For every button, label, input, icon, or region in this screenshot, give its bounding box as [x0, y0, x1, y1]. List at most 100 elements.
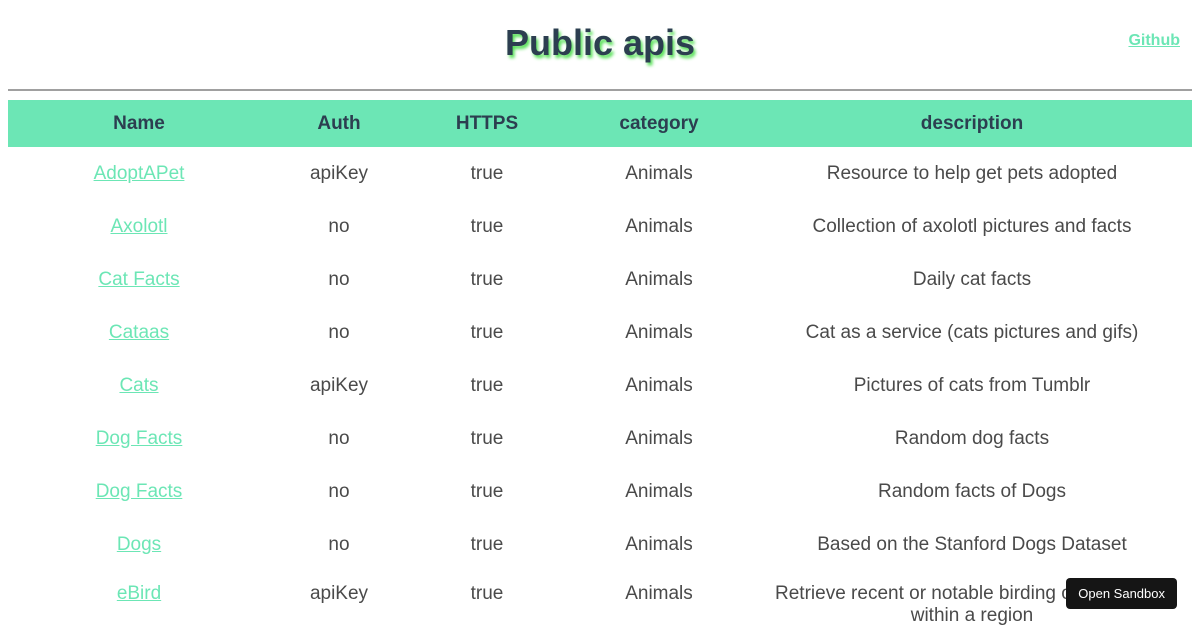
- table-row: Cat Facts no true Animals Daily cat facts: [8, 253, 1192, 306]
- api-name-link[interactable]: Axolotl: [110, 216, 167, 237]
- category-cell: Animals: [566, 253, 752, 306]
- description-cell: Collection of axolotl pictures and facts: [752, 200, 1192, 253]
- description-cell: Resource to help get pets adopted: [752, 147, 1192, 200]
- description-value: Cat as a service (cats pictures and gifs…: [805, 321, 1139, 343]
- description-value: Resource to help get pets adopted: [826, 162, 1118, 184]
- https-value: true: [470, 215, 504, 237]
- column-header-category: category: [619, 112, 699, 134]
- category-value: Animals: [625, 268, 693, 290]
- https-value: true: [470, 480, 504, 502]
- auth-cell: no: [270, 465, 408, 518]
- auth-value: no: [328, 215, 350, 237]
- auth-value: no: [328, 321, 350, 343]
- description-cell: Based on the Stanford Dogs Dataset: [752, 518, 1192, 571]
- github-link[interactable]: Github: [1128, 32, 1180, 50]
- category-value: Animals: [625, 583, 693, 604]
- description-value: Daily cat facts: [912, 268, 1032, 290]
- https-value: true: [470, 321, 504, 343]
- column-header-auth: Auth: [317, 112, 361, 134]
- category-cell: Animals: [566, 147, 752, 200]
- https-cell: true: [408, 359, 566, 412]
- api-name-link[interactable]: Cat Facts: [98, 269, 179, 290]
- description-cell: Random dog facts: [752, 412, 1192, 465]
- api-name-link[interactable]: eBird: [117, 583, 161, 604]
- https-cell: true: [408, 200, 566, 253]
- category-value: Animals: [625, 480, 693, 502]
- auth-cell: no: [270, 253, 408, 306]
- auth-value: apiKey: [309, 162, 369, 184]
- auth-cell: no: [270, 200, 408, 253]
- table-row: Dog Facts no true Animals Random facts of Do…: [8, 465, 1192, 518]
- description-cell: Pictures of cats from Tumblr: [752, 359, 1192, 412]
- name-cell: Cataas: [8, 306, 270, 359]
- category-value: Animals: [625, 215, 693, 237]
- auth-value: apiKey: [309, 374, 369, 396]
- name-cell: Dogs: [8, 518, 270, 571]
- api-name-link[interactable]: Dog Facts: [96, 481, 183, 502]
- category-cell: Animals: [566, 359, 752, 412]
- name-cell: Cats: [8, 359, 270, 412]
- category-cell: Animals: [566, 571, 752, 636]
- name-cell: Cat Facts: [8, 253, 270, 306]
- open-sandbox-button[interactable]: Open Sandbox: [1066, 578, 1177, 609]
- auth-value: no: [328, 480, 350, 502]
- description-value: Collection of axolotl pictures and facts: [812, 215, 1132, 237]
- table-row: Cataas no true Animals Cat as a service (cat…: [8, 306, 1192, 359]
- column-header-description: description: [920, 112, 1024, 134]
- https-cell: true: [408, 306, 566, 359]
- api-name-link[interactable]: Dog Facts: [96, 428, 183, 449]
- description-value: Random facts of Dogs: [878, 480, 1066, 502]
- https-value: true: [470, 162, 504, 184]
- https-value: true: [470, 533, 504, 555]
- api-name-link[interactable]: Cats: [119, 375, 158, 396]
- category-value: Animals: [625, 162, 693, 184]
- description-value: Random dog facts: [894, 427, 1050, 449]
- name-cell: Axolotl: [8, 200, 270, 253]
- category-cell: Animals: [566, 412, 752, 465]
- table-row: eBird apiKey true Animals Retrieve recent or…: [8, 571, 1192, 636]
- category-value: Animals: [625, 321, 693, 343]
- https-value: true: [470, 268, 504, 290]
- auth-cell: no: [270, 518, 408, 571]
- category-value: Animals: [625, 374, 693, 396]
- auth-cell: apiKey: [270, 571, 408, 636]
- category-cell: Animals: [566, 306, 752, 359]
- https-cell: true: [408, 518, 566, 571]
- api-name-link[interactable]: Dogs: [117, 534, 161, 555]
- description-value: Based on the Stanford Dogs Dataset: [817, 533, 1127, 555]
- auth-value: apiKey: [309, 583, 369, 604]
- auth-value: no: [328, 268, 350, 290]
- description-cell: Random facts of Dogs: [752, 465, 1192, 518]
- table-header-row: Name Auth HTTPS category description: [8, 100, 1192, 147]
- column-header-https: HTTPS: [455, 112, 519, 134]
- name-cell: eBird: [8, 571, 270, 636]
- https-value: true: [470, 583, 504, 604]
- https-value: true: [470, 374, 504, 396]
- table-row: AdoptAPet apiKey true Animals Resource to he…: [8, 147, 1192, 200]
- https-cell: true: [408, 465, 566, 518]
- https-value: true: [470, 427, 504, 449]
- divider: [8, 89, 1192, 91]
- page-title: Public apis: [504, 22, 696, 63]
- auth-cell: no: [270, 412, 408, 465]
- category-cell: Animals: [566, 200, 752, 253]
- api-name-link[interactable]: Cataas: [109, 322, 169, 343]
- auth-cell: apiKey: [270, 147, 408, 200]
- https-cell: true: [408, 147, 566, 200]
- name-cell: Dog Facts: [8, 412, 270, 465]
- table-row: Axolotl no true Animals Collection of axolot…: [8, 200, 1192, 253]
- table-row: Dogs no true Animals Based on the Stanford D…: [8, 518, 1192, 571]
- category-value: Animals: [625, 427, 693, 449]
- api-name-link[interactable]: AdoptAPet: [94, 163, 185, 184]
- https-cell: true: [408, 571, 566, 636]
- name-cell: Dog Facts: [8, 465, 270, 518]
- column-header-name: Name: [113, 112, 165, 134]
- description-cell: Daily cat facts: [752, 253, 1192, 306]
- category-cell: Animals: [566, 465, 752, 518]
- https-cell: true: [408, 412, 566, 465]
- auth-value: no: [328, 427, 350, 449]
- table-row: Dog Facts no true Animals Random dog facts: [8, 412, 1192, 465]
- description-value: Pictures of cats from Tumblr: [853, 374, 1091, 396]
- auth-cell: apiKey: [270, 359, 408, 412]
- description-cell: Cat as a service (cats pictures and gifs…: [752, 306, 1192, 359]
